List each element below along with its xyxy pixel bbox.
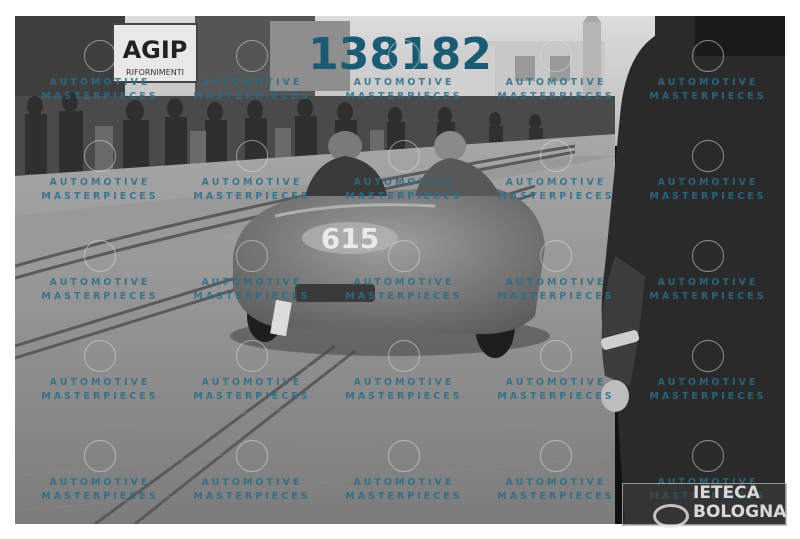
banner-sub-text: RIFORNIMENTI [126, 68, 184, 77]
banner-agip-text: AGIP [123, 36, 188, 64]
archive-logo-text: IETECA BOLOGNA [693, 484, 786, 522]
archive-logo-line1: IETECA [693, 483, 760, 503]
official-figure [600, 16, 785, 524]
race-number-text: 615 [321, 222, 379, 255]
race-scene-photo: AGIP RIFORNIMENTI 615 [15, 16, 785, 524]
catalog-number: 138182 [308, 29, 492, 80]
agip-banner: AGIP RIFORNIMENTI [112, 23, 198, 83]
photo-frame: AGIP RIFORNIMENTI 615 [15, 16, 785, 524]
archive-logo-line2: BOLOGNA [693, 502, 787, 522]
film-reel-icon [653, 504, 689, 528]
